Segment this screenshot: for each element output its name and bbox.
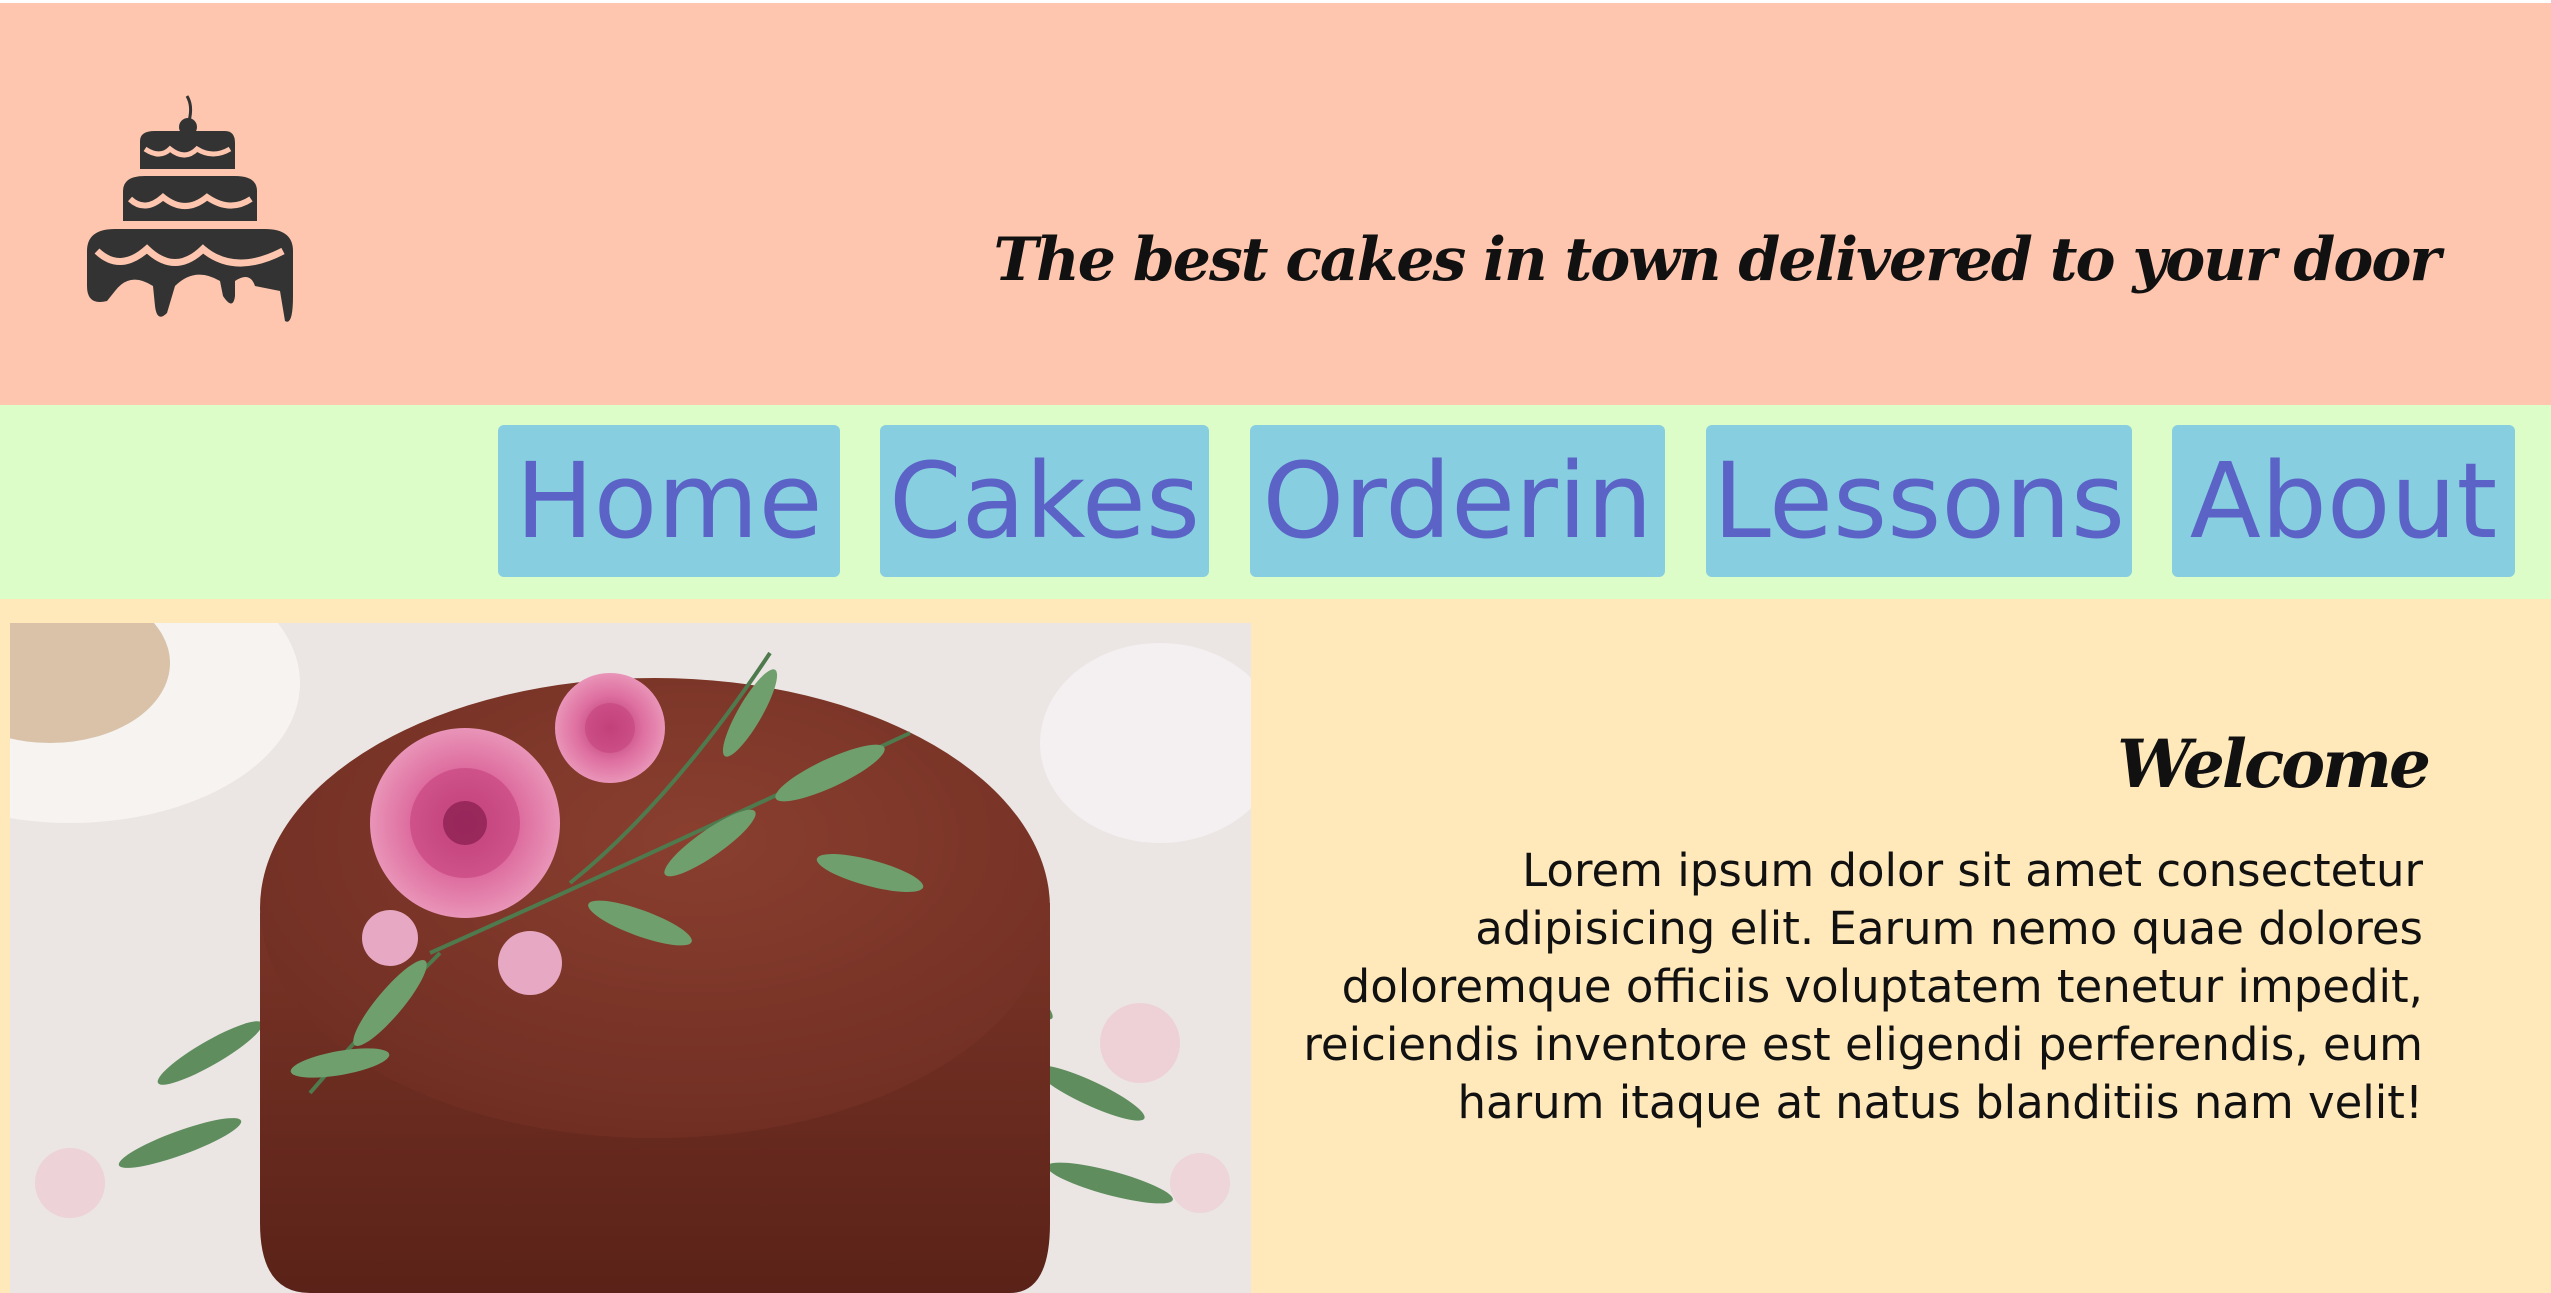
tiered-cake-icon[interactable] bbox=[85, 91, 295, 326]
nav-home-button[interactable]: Home bbox=[498, 425, 840, 577]
main-nav: Home Cakes Orderin Lessons About bbox=[0, 405, 2551, 599]
chocolate-cake-photo bbox=[10, 623, 1251, 1293]
welcome-heading: Welcome bbox=[2117, 725, 2431, 803]
welcome-paragraph: Lorem ipsum dolor sit amet consectetur a… bbox=[1303, 844, 2423, 1129]
nav-lessons-button[interactable]: Lessons bbox=[1706, 425, 2132, 577]
site-header: The best cakes in town delivered to your… bbox=[0, 3, 2551, 405]
nav-about-button[interactable]: About bbox=[2172, 425, 2515, 577]
nav-cakes-button[interactable]: Cakes bbox=[880, 425, 1209, 577]
nav-ordering-button[interactable]: Orderin bbox=[1250, 425, 1665, 577]
site-tagline: The best cakes in town delivered to your… bbox=[993, 225, 2441, 295]
